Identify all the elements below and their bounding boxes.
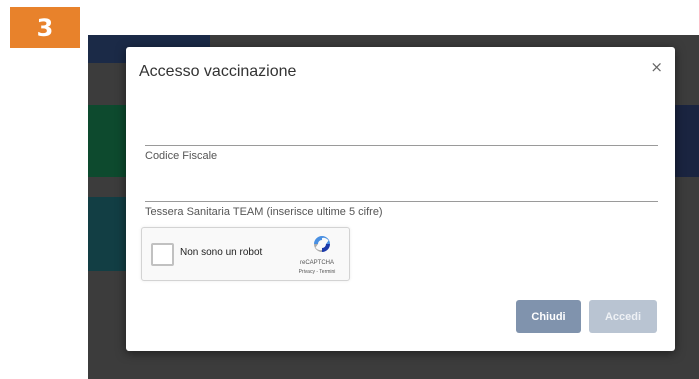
tessera-sanitaria-field[interactable] bbox=[145, 183, 658, 202]
close-icon[interactable]: × bbox=[650, 58, 663, 76]
step-number-badge: 3 bbox=[10, 7, 80, 48]
codice-fiscale-label: Codice Fiscale bbox=[145, 150, 218, 162]
codice-fiscale-field[interactable] bbox=[145, 127, 658, 146]
recaptcha-links[interactable]: Privacy - Termini bbox=[293, 269, 341, 275]
background-teal-panel bbox=[88, 197, 128, 271]
tessera-sanitaria-label: Tessera Sanitaria TEAM (inserisce ultime… bbox=[145, 206, 383, 218]
dialog-title: Accesso vaccinazione bbox=[139, 63, 297, 80]
recaptcha-checkbox[interactable] bbox=[151, 243, 174, 266]
background-green-panel bbox=[88, 105, 128, 177]
recaptcha-label: Non sono un robot bbox=[180, 247, 263, 258]
close-button[interactable]: Chiudi bbox=[516, 300, 581, 333]
codice-fiscale-input[interactable] bbox=[145, 127, 658, 145]
login-button[interactable]: Accedi bbox=[589, 300, 657, 333]
recaptcha-icon bbox=[314, 236, 330, 252]
login-dialog: Accesso vaccinazione × Codice Fiscale Te… bbox=[126, 47, 675, 351]
recaptcha-brand: reCAPTCHA bbox=[299, 260, 334, 266]
tessera-sanitaria-input[interactable] bbox=[145, 183, 658, 201]
recaptcha-widget: Non sono un robot reCAPTCHA Privacy - Te… bbox=[141, 227, 350, 281]
